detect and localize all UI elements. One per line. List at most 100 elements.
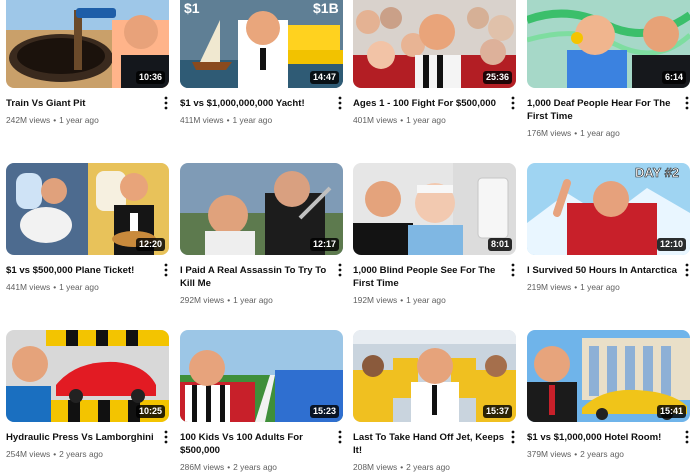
video-title[interactable]: 1,000 Deaf People Hear For The First Tim… (527, 97, 679, 123)
video-stats: 292M views • 1 year ago (180, 295, 332, 306)
video-meta: $1 vs $1,000,000 Hotel Room! 379M views •… (527, 430, 693, 460)
video-duration: 25:36 (482, 71, 512, 84)
video-thumbnail[interactable]: 8:01 (353, 163, 516, 255)
view-count: 176M views (527, 128, 572, 138)
video-card[interactable]: 12:20 $1 vs $500,000 Plane Ticket! 441M … (6, 163, 172, 293)
video-thumbnail[interactable]: DAY #2 12:10 (527, 163, 690, 255)
video-thumbnail[interactable]: 6:14 (527, 0, 690, 88)
separator-dot: • (574, 449, 578, 459)
video-stats: 401M views • 1 year ago (353, 115, 505, 126)
video-card[interactable]: DAY #2 12:10 I Survived 50 Hours In Anta… (527, 163, 693, 293)
separator-dot: • (53, 115, 57, 125)
video-meta: Train Vs Giant Pit 242M views • 1 year ago (6, 96, 172, 126)
video-card[interactable]: 8:01 1,000 Blind People See For The Firs… (353, 163, 519, 306)
video-title[interactable]: Train Vs Giant Pit (6, 97, 158, 110)
more-vert-icon[interactable] (682, 430, 692, 444)
view-count: 286M views (180, 462, 225, 472)
video-meta: $1 vs $1,000,000,000 Yacht! 411M views • 1… (180, 96, 346, 126)
upload-age: 1 year ago (233, 295, 273, 305)
video-meta: $1 vs $500,000 Plane Ticket! 441M views •… (6, 263, 172, 293)
video-card[interactable]: 12:17 I Paid A Real Assassin To Try To K… (180, 163, 346, 306)
video-card[interactable]: 10:36 Train Vs Giant Pit 242M views • 1 ye… (6, 0, 172, 126)
more-vert-icon[interactable] (161, 96, 171, 110)
video-thumbnail[interactable]: 15:41 (527, 330, 690, 422)
more-vert-icon[interactable] (335, 263, 345, 277)
separator-dot: • (227, 462, 231, 472)
video-card[interactable]: $1 $1B 14:47 $1 vs $1,000,000,000 Yacht!… (180, 0, 346, 126)
video-duration: 12:20 (135, 238, 165, 251)
more-vert-icon[interactable] (508, 96, 518, 110)
view-count: 411M views (180, 115, 224, 125)
video-stats: 208M views • 2 years ago (353, 462, 505, 473)
video-thumbnail[interactable]: 10:25 (6, 330, 169, 422)
separator-dot: • (53, 449, 57, 459)
video-duration: 15:41 (656, 405, 686, 418)
view-count: 219M views (527, 282, 572, 292)
more-vert-icon[interactable] (508, 263, 518, 277)
more-vert-icon[interactable] (161, 430, 171, 444)
more-vert-icon[interactable] (682, 263, 692, 277)
more-vert-icon[interactable] (161, 263, 171, 277)
video-title[interactable]: 100 Kids Vs 100 Adults For $500,000 (180, 431, 332, 457)
view-count: 242M views (6, 115, 51, 125)
video-title[interactable]: Ages 1 - 100 Fight For $500,000 (353, 97, 505, 110)
video-title[interactable]: I Paid A Real Assassin To Try To Kill Me (180, 264, 332, 290)
video-stats: 379M views • 2 years ago (527, 449, 679, 460)
separator-dot: • (400, 115, 404, 125)
video-stats: 254M views • 2 years ago (6, 449, 158, 460)
video-duration: 8:01 (487, 238, 512, 251)
video-title[interactable]: $1 vs $500,000 Plane Ticket! (6, 264, 158, 277)
video-card[interactable]: 25:36 Ages 1 - 100 Fight For $500,000 40… (353, 0, 519, 126)
video-thumbnail[interactable]: 25:36 (353, 0, 516, 88)
video-duration: 6:14 (661, 71, 686, 84)
video-stats: 411M views • 1 year ago (180, 115, 332, 126)
video-duration: 15:37 (482, 405, 512, 418)
separator-dot: • (227, 295, 231, 305)
view-count: 401M views (353, 115, 398, 125)
upload-age: 1 year ago (580, 128, 620, 138)
video-thumbnail[interactable]: 12:17 (180, 163, 343, 255)
video-stats: 286M views • 2 years ago (180, 462, 332, 473)
video-meta: I Paid A Real Assassin To Try To Kill Me… (180, 263, 346, 306)
video-duration: 10:25 (135, 405, 165, 418)
more-vert-icon[interactable] (682, 96, 692, 110)
video-meta: 1,000 Blind People See For The First Tim… (353, 263, 519, 306)
separator-dot: • (574, 128, 578, 138)
video-duration: 14:47 (309, 71, 339, 84)
video-card[interactable]: 6:14 1,000 Deaf People Hear For The Firs… (527, 0, 693, 139)
video-title[interactable]: Hydraulic Press Vs Lamborghini (6, 431, 158, 444)
thumb-text-right: DAY #2 (635, 165, 679, 180)
view-count: 379M views (527, 449, 572, 459)
video-card[interactable]: 15:23 100 Kids Vs 100 Adults For $500,00… (180, 330, 346, 473)
view-count: 292M views (180, 295, 225, 305)
video-card[interactable]: 15:41 $1 vs $1,000,000 Hotel Room! 379M … (527, 330, 693, 460)
video-meta: I Survived 50 Hours In Antarctica 219M v… (527, 263, 693, 293)
video-card[interactable]: 15:37 Last To Take Hand Off Jet, Keeps I… (353, 330, 519, 473)
video-meta: Hydraulic Press Vs Lamborghini 254M view… (6, 430, 172, 460)
video-duration: 12:10 (656, 238, 686, 251)
video-duration: 12:17 (309, 238, 339, 251)
video-thumbnail[interactable]: $1 $1B 14:47 (180, 0, 343, 88)
video-title[interactable]: $1 vs $1,000,000,000 Yacht! (180, 97, 332, 110)
more-vert-icon[interactable] (335, 96, 345, 110)
video-title[interactable]: 1,000 Blind People See For The First Tim… (353, 264, 505, 290)
separator-dot: • (400, 462, 404, 472)
more-vert-icon[interactable] (508, 430, 518, 444)
view-count: 192M views (353, 295, 398, 305)
thumb-text-right: $1B (313, 0, 339, 16)
separator-dot: • (53, 282, 57, 292)
video-duration: 15:23 (309, 405, 339, 418)
video-thumbnail[interactable]: 12:20 (6, 163, 169, 255)
video-thumbnail[interactable]: 15:37 (353, 330, 516, 422)
upload-age: 2 years ago (59, 449, 103, 459)
video-stats: 176M views • 1 year ago (527, 128, 679, 139)
video-thumbnail[interactable]: 15:23 (180, 330, 343, 422)
video-title[interactable]: Last To Take Hand Off Jet, Keeps It! (353, 431, 505, 457)
video-title[interactable]: I Survived 50 Hours In Antarctica (527, 264, 679, 277)
video-title[interactable]: $1 vs $1,000,000 Hotel Room! (527, 431, 679, 444)
upload-age: 2 years ago (580, 449, 624, 459)
more-vert-icon[interactable] (335, 430, 345, 444)
separator-dot: • (400, 295, 404, 305)
video-card[interactable]: 10:25 Hydraulic Press Vs Lamborghini 254… (6, 330, 172, 460)
video-thumbnail[interactable]: 10:36 (6, 0, 169, 88)
